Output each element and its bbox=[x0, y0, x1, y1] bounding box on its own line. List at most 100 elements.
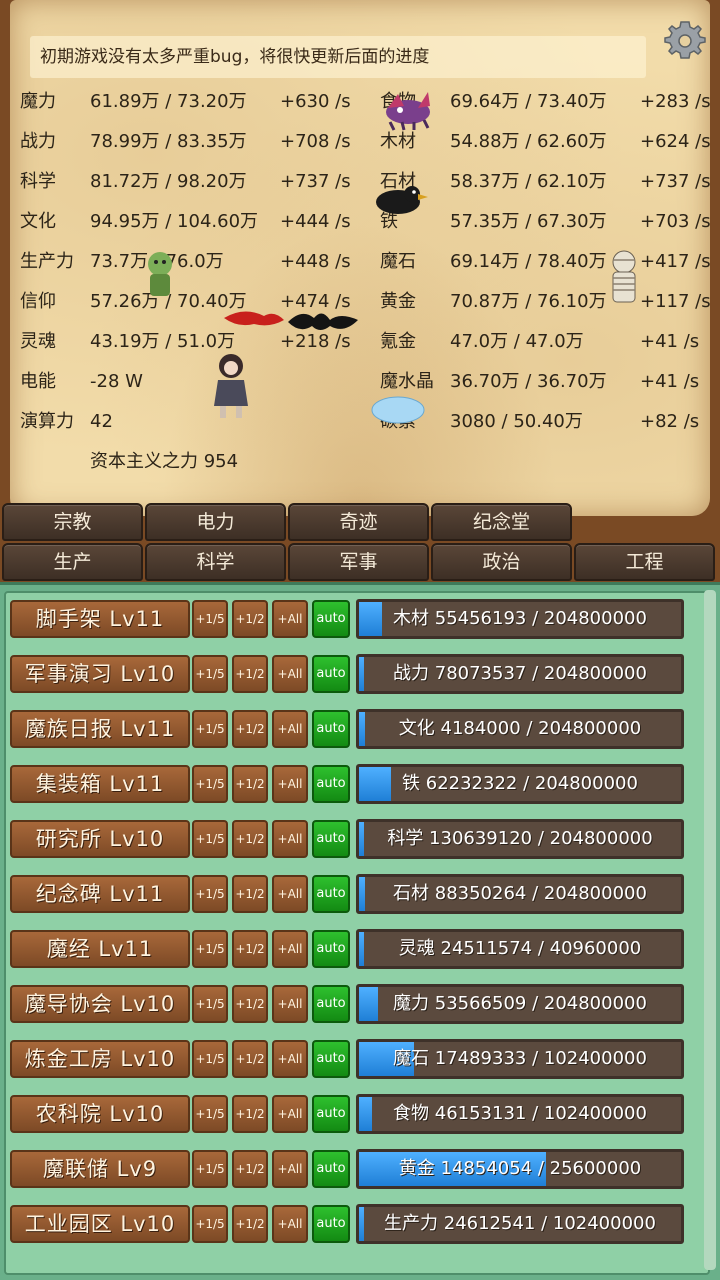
stat-rate: +737 /s bbox=[280, 171, 351, 192]
upgrade-fifth-button[interactable]: +1/5 bbox=[192, 1095, 228, 1133]
stat-value: 3080 / 50.40万 bbox=[450, 411, 583, 432]
building-name-button[interactable]: 炼金工房 Lv10 bbox=[10, 1040, 190, 1078]
upgrade-fifth-button[interactable]: +1/5 bbox=[192, 710, 228, 748]
stat-rate: +117 /s bbox=[640, 291, 711, 312]
auto-button[interactable]: auto bbox=[312, 600, 350, 638]
progress-bar: 文化 4184000 / 204800000 bbox=[356, 709, 684, 749]
upgrade-half-button[interactable]: +1/2 bbox=[232, 820, 268, 858]
upgrade-half-button[interactable]: +1/2 bbox=[232, 930, 268, 968]
stat-rate: +417 /s bbox=[640, 251, 711, 272]
upgrade-half-button[interactable]: +1/2 bbox=[232, 875, 268, 913]
stat-row: 战力 78.99万 / 83.35万 +708 /s 木材 54.88万 / 62.60… bbox=[20, 122, 711, 162]
building-name-button[interactable]: 纪念碑 Lv11 bbox=[10, 875, 190, 913]
notice-text: 初期游戏没有太多严重bug，将很快更新后面的进度 bbox=[30, 36, 646, 78]
tab-8[interactable]: 政治 bbox=[431, 543, 572, 581]
capitalism-power-text: 资本主义之力 954 bbox=[90, 451, 239, 472]
auto-button[interactable]: auto bbox=[312, 765, 350, 803]
stat-value: 70.87万 / 76.10万 bbox=[450, 291, 607, 312]
upgrade-all-button[interactable]: +All bbox=[272, 1205, 308, 1243]
upgrade-half-button[interactable]: +1/2 bbox=[232, 655, 268, 693]
building-name-button[interactable]: 军事演习 Lv10 bbox=[10, 655, 190, 693]
building-row: 魔族日报 Lv11 +1/5 +1/2 +All auto 文化 4184000 / 20… bbox=[10, 708, 686, 752]
upgrade-all-button[interactable]: +All bbox=[272, 820, 308, 858]
upgrade-half-button[interactable]: +1/2 bbox=[232, 1040, 268, 1078]
upgrade-half-button[interactable]: +1/2 bbox=[232, 710, 268, 748]
progress-text: 魔力 53566509 / 204800000 bbox=[393, 993, 647, 1014]
upgrade-fifth-button[interactable]: +1/5 bbox=[192, 820, 228, 858]
upgrade-all-button[interactable]: +All bbox=[272, 710, 308, 748]
upgrade-half-button[interactable]: +1/2 bbox=[232, 1095, 268, 1133]
upgrade-all-button[interactable]: +All bbox=[272, 765, 308, 803]
stat-rate: +41 /s bbox=[640, 331, 700, 352]
upgrade-all-button[interactable]: +All bbox=[272, 985, 308, 1023]
auto-button[interactable]: auto bbox=[312, 820, 350, 858]
stat-value: 94.95万 / 104.60万 bbox=[90, 211, 259, 232]
stat-row: 魔力61.89万 / 73.20万+630 /s食物69.64万 / 73.40… bbox=[20, 82, 711, 122]
building-name-button[interactable]: 魔导协会 Lv10 bbox=[10, 985, 190, 1023]
stat-label: 黄金 bbox=[380, 291, 416, 312]
upgrade-all-button[interactable]: +All bbox=[272, 1150, 308, 1188]
upgrade-all-button[interactable]: +All bbox=[272, 875, 308, 913]
progress-bar: 黄金 14854054 / 25600000 bbox=[356, 1149, 684, 1189]
settings-gear-icon[interactable] bbox=[660, 16, 710, 66]
building-name-button[interactable]: 魔族日报 Lv11 bbox=[10, 710, 190, 748]
upgrade-fifth-button[interactable]: +1/5 bbox=[192, 1150, 228, 1188]
tab-6[interactable]: 科学 bbox=[145, 543, 286, 581]
tab-2[interactable]: 电力 bbox=[145, 503, 286, 541]
building-name-button[interactable]: 集装箱 Lv11 bbox=[10, 765, 190, 803]
upgrade-half-button[interactable]: +1/2 bbox=[232, 1205, 268, 1243]
tab-9[interactable]: 工程 bbox=[574, 543, 715, 581]
upgrade-half-button[interactable]: +1/2 bbox=[232, 985, 268, 1023]
building-name-button[interactable]: 研究所 Lv10 bbox=[10, 820, 190, 858]
upgrade-all-button[interactable]: +All bbox=[272, 1095, 308, 1133]
building-name-button[interactable]: 魔经 Lv11 bbox=[10, 930, 190, 968]
progress-bar: 石材 88350264 / 204800000 bbox=[356, 874, 684, 914]
upgrade-all-button[interactable]: +All bbox=[272, 600, 308, 638]
stat-label: 信仰 bbox=[20, 291, 56, 312]
progress-text: 生产力 24612541 / 102400000 bbox=[384, 1213, 656, 1234]
auto-button[interactable]: auto bbox=[312, 875, 350, 913]
tab-5[interactable]: 生产 bbox=[2, 543, 143, 581]
building-name-button[interactable]: 工业园区 Lv10 bbox=[10, 1205, 190, 1243]
upgrade-fifth-button[interactable]: +1/5 bbox=[192, 985, 228, 1023]
stat-label: 演算力 bbox=[20, 411, 74, 432]
upgrade-fifth-button[interactable]: +1/5 bbox=[192, 1205, 228, 1243]
auto-button[interactable]: auto bbox=[312, 655, 350, 693]
building-name-button[interactable]: 农科院 Lv10 bbox=[10, 1095, 190, 1133]
upgrade-all-button[interactable]: +All bbox=[272, 930, 308, 968]
crow-icon bbox=[376, 186, 428, 214]
girl-sprite-icon bbox=[214, 354, 248, 418]
upgrade-all-button[interactable]: +All bbox=[272, 1040, 308, 1078]
upgrade-fifth-button[interactable]: +1/5 bbox=[192, 875, 228, 913]
stat-label: 战力 bbox=[20, 131, 56, 152]
building-name-button[interactable]: 脚手架 Lv11 bbox=[10, 600, 190, 638]
auto-button[interactable]: auto bbox=[312, 1095, 350, 1133]
upgrade-fifth-button[interactable]: +1/5 bbox=[192, 1040, 228, 1078]
auto-button[interactable]: auto bbox=[312, 1205, 350, 1243]
tab-4[interactable]: 纪念堂 bbox=[431, 503, 572, 541]
upgrade-fifth-button[interactable]: +1/5 bbox=[192, 765, 228, 803]
upgrade-all-button[interactable]: +All bbox=[272, 655, 308, 693]
stat-label: 灵魂 bbox=[20, 331, 56, 352]
stat-rate: +737 /s bbox=[640, 171, 711, 192]
auto-button[interactable]: auto bbox=[312, 1040, 350, 1078]
progress-bar: 木材 55456193 / 204800000 bbox=[356, 599, 684, 639]
list-scrollbar[interactable] bbox=[704, 590, 716, 1270]
auto-button[interactable]: auto bbox=[312, 710, 350, 748]
upgrade-fifth-button[interactable]: +1/5 bbox=[192, 655, 228, 693]
stat-rate: +444 /s bbox=[280, 211, 351, 232]
upgrade-half-button[interactable]: +1/2 bbox=[232, 600, 268, 638]
stat-value: 47.0万 / 47.0万 bbox=[450, 331, 584, 352]
auto-button[interactable]: auto bbox=[312, 1150, 350, 1188]
auto-button[interactable]: auto bbox=[312, 985, 350, 1023]
building-name-button[interactable]: 魔联储 Lv9 bbox=[10, 1150, 190, 1188]
tab-7[interactable]: 军事 bbox=[288, 543, 429, 581]
upgrade-fifth-button[interactable]: +1/5 bbox=[192, 930, 228, 968]
tab-3[interactable]: 奇迹 bbox=[288, 503, 429, 541]
auto-button[interactable]: auto bbox=[312, 930, 350, 968]
upgrade-fifth-button[interactable]: +1/5 bbox=[192, 600, 228, 638]
upgrade-half-button[interactable]: +1/2 bbox=[232, 1150, 268, 1188]
stat-rate: +41 /s bbox=[640, 371, 700, 392]
tab-1[interactable]: 宗教 bbox=[2, 503, 143, 541]
upgrade-half-button[interactable]: +1/2 bbox=[232, 765, 268, 803]
